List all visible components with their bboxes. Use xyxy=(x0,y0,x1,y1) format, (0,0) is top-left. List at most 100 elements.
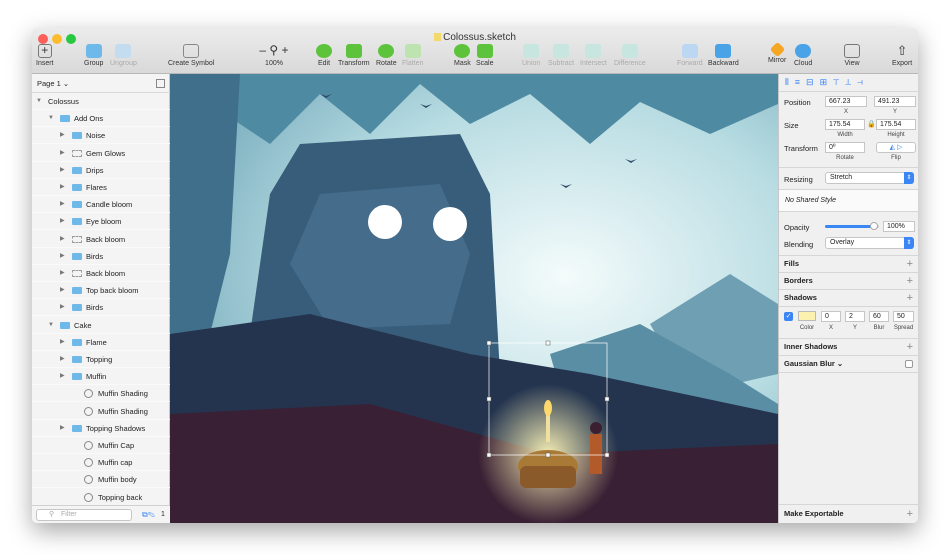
layer-row[interactable]: ▶ Birds xyxy=(32,299,170,317)
page-selector[interactable]: Page 1 ⌄ xyxy=(32,74,170,93)
lock-icon[interactable]: 🔒 xyxy=(867,120,876,128)
disclosure-closed-icon[interactable]: ▶ xyxy=(60,265,65,282)
forward-button[interactable]: Forward xyxy=(677,44,703,67)
layer-row[interactable]: ▶ Candle bloom xyxy=(32,196,170,214)
disclosure-open-icon[interactable]: ▼ xyxy=(48,110,54,127)
shared-style-select[interactable]: No Shared Style xyxy=(779,189,918,212)
height-field[interactable]: 175.54 xyxy=(876,119,916,130)
resizing-select[interactable]: Stretch ⇕ xyxy=(825,172,914,184)
disclosure-open-icon[interactable]: ▼ xyxy=(48,317,54,334)
disclosure-closed-icon[interactable]: ▶ xyxy=(60,213,65,230)
flip-buttons[interactable]: ◭ ▷ xyxy=(876,142,916,153)
layer-row[interactable]: ▶ Top back bloom xyxy=(32,282,170,300)
layer-row[interactable]: ▶ Eye bloom xyxy=(32,213,170,231)
ungroup-button[interactable]: Ungroup xyxy=(110,44,137,67)
edit-button[interactable]: Edit xyxy=(316,44,332,67)
disclosure-closed-icon[interactable]: ▶ xyxy=(60,179,65,196)
align-icons[interactable]: ⫴≡⊟⊞⊤⊥⊣ xyxy=(785,77,869,88)
inner-shadows-section[interactable]: Inner Shadows + xyxy=(779,338,918,355)
layer-row[interactable]: ▶ Back bloom xyxy=(32,231,170,248)
transform-button[interactable]: Transform xyxy=(338,44,370,67)
subtract-button[interactable]: Subtract xyxy=(548,44,574,67)
shadow-blur-field[interactable]: 60 xyxy=(869,311,889,322)
shadow-color-swatch[interactable] xyxy=(798,311,816,321)
shadow-y-field[interactable]: 2 xyxy=(845,311,865,322)
add-inner-shadow-icon[interactable]: + xyxy=(907,339,913,355)
opacity-field[interactable]: 100% xyxy=(883,221,915,232)
canvas[interactable] xyxy=(170,74,778,523)
layer-row[interactable]: ▶ Drips xyxy=(32,162,170,179)
disclosure-closed-icon[interactable]: ▶ xyxy=(60,231,65,248)
scale-button[interactable]: Scale xyxy=(476,44,494,67)
opacity-slider[interactable] xyxy=(825,222,879,230)
flip-horizontal-icon[interactable]: ◭ xyxy=(890,144,895,151)
layer-row[interactable]: ▶ Flares xyxy=(32,179,170,196)
blending-select[interactable]: Overlay ⇕ xyxy=(825,237,914,249)
blur-checkbox[interactable] xyxy=(905,360,913,368)
layer-row[interactable]: Muffin Cap xyxy=(32,437,170,454)
rotate-field[interactable]: 0º xyxy=(825,142,865,153)
create-symbol-button[interactable]: Create Symbol xyxy=(168,44,214,67)
layer-row[interactable]: Muffin body xyxy=(32,471,170,489)
union-button[interactable]: Union xyxy=(522,44,540,67)
layer-row[interactable]: ▶ Back bloom xyxy=(32,265,170,282)
shadow-x-field[interactable]: 0 xyxy=(821,311,841,322)
disclosure-closed-icon[interactable]: ▶ xyxy=(60,248,65,265)
borders-section[interactable]: Borders + xyxy=(779,272,918,289)
layer-row[interactable]: ▶ Topping Shadows xyxy=(32,420,170,437)
disclosure-closed-icon[interactable]: ▶ xyxy=(60,299,65,316)
shadow-checkbox[interactable]: ✓ xyxy=(784,312,793,321)
fills-section[interactable]: Fills + xyxy=(779,255,918,272)
add-fill-icon[interactable]: + xyxy=(907,256,913,272)
gaussian-blur-section[interactable]: Gaussian Blur ⌄ xyxy=(779,355,918,372)
layer-row[interactable]: Topping back xyxy=(32,489,170,506)
layer-row[interactable]: ▶ Noise xyxy=(32,127,170,145)
disclosure-closed-icon[interactable]: ▶ xyxy=(60,282,65,299)
add-shadow-icon[interactable]: + xyxy=(907,290,913,306)
layer-row[interactable]: Muffin cap xyxy=(32,454,170,472)
disclosure-closed-icon[interactable]: ▶ xyxy=(60,145,65,162)
disclosure-closed-icon[interactable]: ▶ xyxy=(60,162,65,179)
layer-row[interactable]: Muffin Shading xyxy=(32,403,170,420)
add-border-icon[interactable]: + xyxy=(907,273,913,289)
group-button[interactable]: Group xyxy=(84,44,103,67)
disclosure-closed-icon[interactable]: ▶ xyxy=(60,368,65,385)
layer-row[interactable]: ▶ Gem Glows xyxy=(32,145,170,162)
mask-button[interactable]: Mask xyxy=(454,44,471,67)
width-field[interactable]: 175.54 xyxy=(825,119,865,130)
make-exportable-section[interactable]: Make Exportable + xyxy=(779,504,918,523)
insert-button[interactable]: + Insert xyxy=(36,44,54,67)
flip-vertical-icon[interactable]: ▷ xyxy=(897,144,902,151)
disclosure-open-icon[interactable]: ▼ xyxy=(36,93,42,110)
opacity-slider-knob[interactable] xyxy=(869,222,878,230)
layer-row[interactable]: ▶ Birds xyxy=(32,248,170,265)
layer-row[interactable]: ▶ Muffin xyxy=(32,368,170,386)
filter-input[interactable]: ⚲ Filter xyxy=(36,509,132,521)
shadows-section[interactable]: Shadows + xyxy=(779,289,918,306)
x-field[interactable]: 667.23 xyxy=(825,96,867,107)
rotate-button[interactable]: Rotate xyxy=(376,44,397,67)
shadow-spread-field[interactable]: 50 xyxy=(893,311,914,322)
zoom-control[interactable]: – ⚲ +100% xyxy=(254,44,294,68)
cloud-button[interactable]: Cloud xyxy=(794,44,812,67)
flatten-button[interactable]: Flatten xyxy=(402,44,423,67)
disclosure-closed-icon[interactable]: ▶ xyxy=(60,420,65,437)
difference-button[interactable]: Difference xyxy=(614,44,646,67)
collapse-icon[interactable] xyxy=(156,79,165,88)
layer-row[interactable]: ▼ Add Ons xyxy=(32,110,170,128)
intersect-button[interactable]: Intersect xyxy=(580,44,607,67)
layer-row[interactable]: Muffin Shading xyxy=(32,385,170,403)
disclosure-closed-icon[interactable]: ▶ xyxy=(60,351,65,368)
layer-row[interactable]: ▶ Flame xyxy=(32,334,170,351)
disclosure-closed-icon[interactable]: ▶ xyxy=(60,334,65,351)
backward-button[interactable]: Backward xyxy=(708,44,739,67)
add-export-icon[interactable]: + xyxy=(907,505,913,523)
export-button[interactable]: ⇧ Export xyxy=(892,44,912,67)
filter-options-icon[interactable]: ⧉✎ xyxy=(142,510,155,520)
view-button[interactable]: View xyxy=(844,44,860,67)
disclosure-closed-icon[interactable]: ▶ xyxy=(60,196,65,213)
layer-row[interactable]: ▼ Cake xyxy=(32,317,170,334)
layer-row[interactable]: ▼ Colossus xyxy=(32,93,170,110)
mirror-button[interactable]: Mirror xyxy=(768,41,786,64)
y-field[interactable]: 491.23 xyxy=(874,96,916,107)
